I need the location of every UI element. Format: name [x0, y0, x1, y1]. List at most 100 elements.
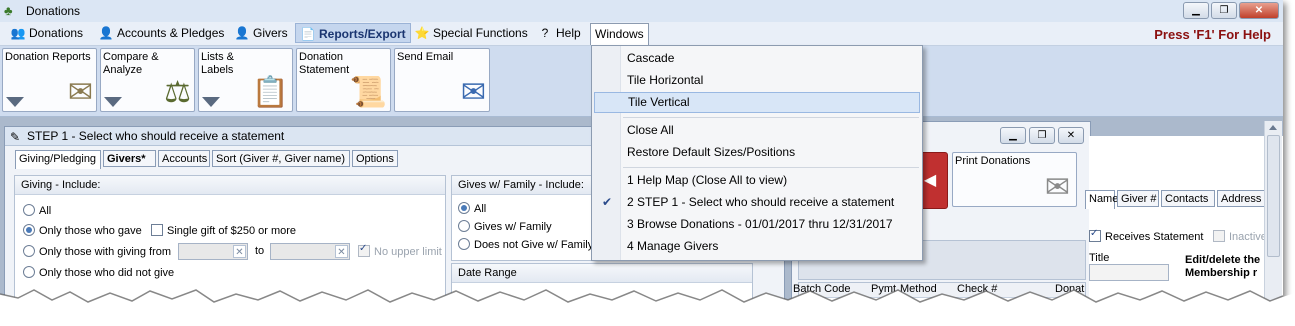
menu-special-functions[interactable]: ⭐ Special Functions [410, 23, 532, 43]
title-bar: ♣ Donations ▁ ❐ ✕ [0, 0, 1283, 23]
only-those-who-gave-label: Only those who gave [39, 225, 142, 237]
giving-all-radio[interactable]: All [23, 204, 51, 217]
chevron-down-icon[interactable] [104, 97, 122, 107]
giving-from-label: Only those with giving from [39, 246, 172, 258]
child-close-button[interactable]: ✕ [1058, 127, 1084, 144]
date-range-panel: Date Range [451, 263, 753, 318]
giving-from-radio[interactable]: Only those with giving from [23, 245, 171, 258]
chevron-down-icon[interactable] [6, 97, 24, 107]
col-batch-code[interactable]: Batch Code [793, 283, 850, 295]
accounts-icon: 👤 [98, 26, 114, 40]
menu-accounts-pledges[interactable]: 👤 Accounts & Pledges [94, 23, 228, 43]
family-all-label: All [474, 203, 487, 215]
tab-givers[interactable]: Givers* [103, 150, 156, 167]
tab-name[interactable]: Name [1085, 190, 1118, 209]
tab-accounts[interactable]: Accounts [158, 150, 210, 167]
giving-to-input[interactable]: ✕ [270, 243, 350, 260]
manage-givers-window: Name Giver # Contacts Address Receives S… [1085, 136, 1283, 318]
f1-help-hint: Press 'F1' For Help [1154, 27, 1271, 42]
col-donation[interactable]: Donat [1055, 283, 1084, 295]
menu-separator [623, 117, 919, 118]
single-gift-checkbox[interactable]: Single gift of $250 or more [151, 224, 296, 237]
giving-panel-header: Giving - Include: [15, 176, 445, 195]
donation-reports-button[interactable]: Donation Reports ✉ [2, 48, 97, 112]
lists-labels-button[interactable]: Lists & Labels 📋 [198, 48, 293, 112]
no-upper-limit-checkbox[interactable]: No upper limit [358, 243, 442, 258]
scroll-up-icon[interactable] [1269, 125, 1277, 130]
envelope-icon: ✉ [1044, 171, 1070, 204]
date-range-header: Date Range [452, 264, 752, 283]
app-icon: ♣ [4, 3, 13, 18]
star-icon: ⭐ [414, 26, 430, 40]
col-pymt[interactable]: Pymt [871, 283, 896, 295]
scroll-thumb[interactable] [1267, 135, 1280, 257]
minimize-button[interactable]: ▁ [1183, 2, 1209, 19]
menu-bar: 👥 Donations 👤 Accounts & Pledges 👤 Givers 📄… [0, 22, 1283, 46]
manage-givers-label: 4 Manage Givers [627, 239, 719, 253]
tab-contacts[interactable]: Contacts [1161, 190, 1215, 207]
menu-item-tile-vertical[interactable]: Tile Vertical [594, 92, 920, 113]
giving-from-input[interactable]: ✕ [178, 243, 248, 260]
browse-donations-label: 3 Browse Donations - 01/01/2017 thru 12/… [627, 217, 893, 231]
restore-button[interactable]: ❐ [1211, 2, 1237, 19]
scroll-icon: 📜 [349, 76, 387, 109]
menu-givers-label: Givers [253, 26, 288, 40]
not-give-with-family-radio[interactable]: Does not Give w/ Family [458, 238, 593, 251]
restore-default-label: Restore Default Sizes/Positions [627, 145, 796, 159]
print-donations-button[interactable]: Print Donations ✉ [952, 152, 1077, 207]
tab-giver-number[interactable]: Giver # [1117, 190, 1159, 207]
menu-item-restore-default[interactable]: Restore Default Sizes/Positions [594, 142, 920, 163]
child-minimize-button[interactable]: ▁ [1000, 127, 1026, 144]
menu-help[interactable]: ? Help [533, 23, 585, 43]
gives-with-family-label: Gives w/ Family [474, 221, 552, 233]
cascade-label: Cascade [627, 51, 675, 65]
scale-icon: ⚖ [164, 76, 191, 109]
only-those-who-gave-radio[interactable]: Only those who gave [23, 224, 142, 237]
clear-icon[interactable]: ✕ [233, 245, 246, 258]
col-method[interactable]: Method [900, 283, 937, 295]
compare-analyze-button[interactable]: Compare & Analyze ⚖ [100, 48, 195, 112]
close-button[interactable]: ✕ [1239, 2, 1279, 19]
tab-options[interactable]: Options [352, 150, 398, 167]
clear-icon[interactable]: ✕ [335, 245, 348, 258]
family-all-radio[interactable]: All [458, 202, 486, 215]
menu-donations[interactable]: 👥 Donations [6, 23, 87, 43]
help-icon: ? [541, 26, 549, 40]
gives-with-family-radio[interactable]: Gives w/ Family [458, 220, 552, 233]
menu-item-cascade[interactable]: Cascade [594, 48, 920, 69]
menu-item-browse-donations[interactable]: 3 Browse Donations - 01/01/2017 thru 12/… [594, 214, 920, 235]
lists-labels-label: Lists & Labels [201, 51, 235, 76]
donation-reports-label: Donation Reports [5, 51, 91, 63]
menu-givers[interactable]: 👤 Givers [230, 23, 292, 43]
checklist-icon: 📋 [251, 76, 289, 109]
child-restore-button[interactable]: ❐ [1029, 127, 1055, 144]
print-donations-label: Print Donations [955, 155, 1031, 167]
inactive-checkbox[interactable]: Inactive [1213, 230, 1267, 243]
tab-sort[interactable]: Sort (Giver #, Giver name) [212, 150, 350, 167]
pencil-icon: ✎ [10, 130, 21, 144]
menu-item-manage-givers[interactable]: 4 Manage Givers [594, 236, 920, 257]
single-gift-label: Single gift of $250 or more [167, 225, 297, 237]
did-not-give-radio[interactable]: Only those who did not give [23, 266, 174, 279]
menu-windows[interactable]: Windows [590, 23, 649, 45]
edit-delete-text: Edit/delete the [1185, 254, 1261, 266]
chevron-down-icon[interactable] [202, 97, 220, 107]
tab-giving-pledging[interactable]: Giving/Pledging [15, 150, 101, 169]
tab-address[interactable]: Address [1217, 190, 1267, 207]
title-input[interactable] [1089, 264, 1169, 281]
donation-statement-label: Donation Statement [299, 51, 350, 76]
col-check-number[interactable]: Check # [957, 283, 997, 295]
menu-item-help-map[interactable]: 1 Help Map (Close All to view) [594, 170, 920, 191]
menu-item-tile-horizontal[interactable]: Tile Horizontal [594, 70, 920, 91]
menu-item-step1[interactable]: ✔ 2 STEP 1 - Select who should receive a … [594, 192, 920, 213]
receives-statement-checkbox[interactable]: Receives Statement [1089, 228, 1203, 243]
inactive-label: Inactive [1229, 231, 1267, 243]
help-map-label: 1 Help Map (Close All to view) [627, 173, 788, 187]
send-email-button[interactable]: Send Email ✉ [394, 48, 490, 112]
menu-reports-export[interactable]: 📄 Reports/Export [295, 23, 411, 43]
vertical-scrollbar[interactable] [1264, 121, 1282, 318]
donation-statement-button[interactable]: Donation Statement 📜 [296, 48, 391, 112]
send-email-label: Send Email [397, 51, 454, 63]
menu-item-close-all[interactable]: Close All [594, 120, 920, 141]
menu-help-label: Help [556, 26, 581, 40]
